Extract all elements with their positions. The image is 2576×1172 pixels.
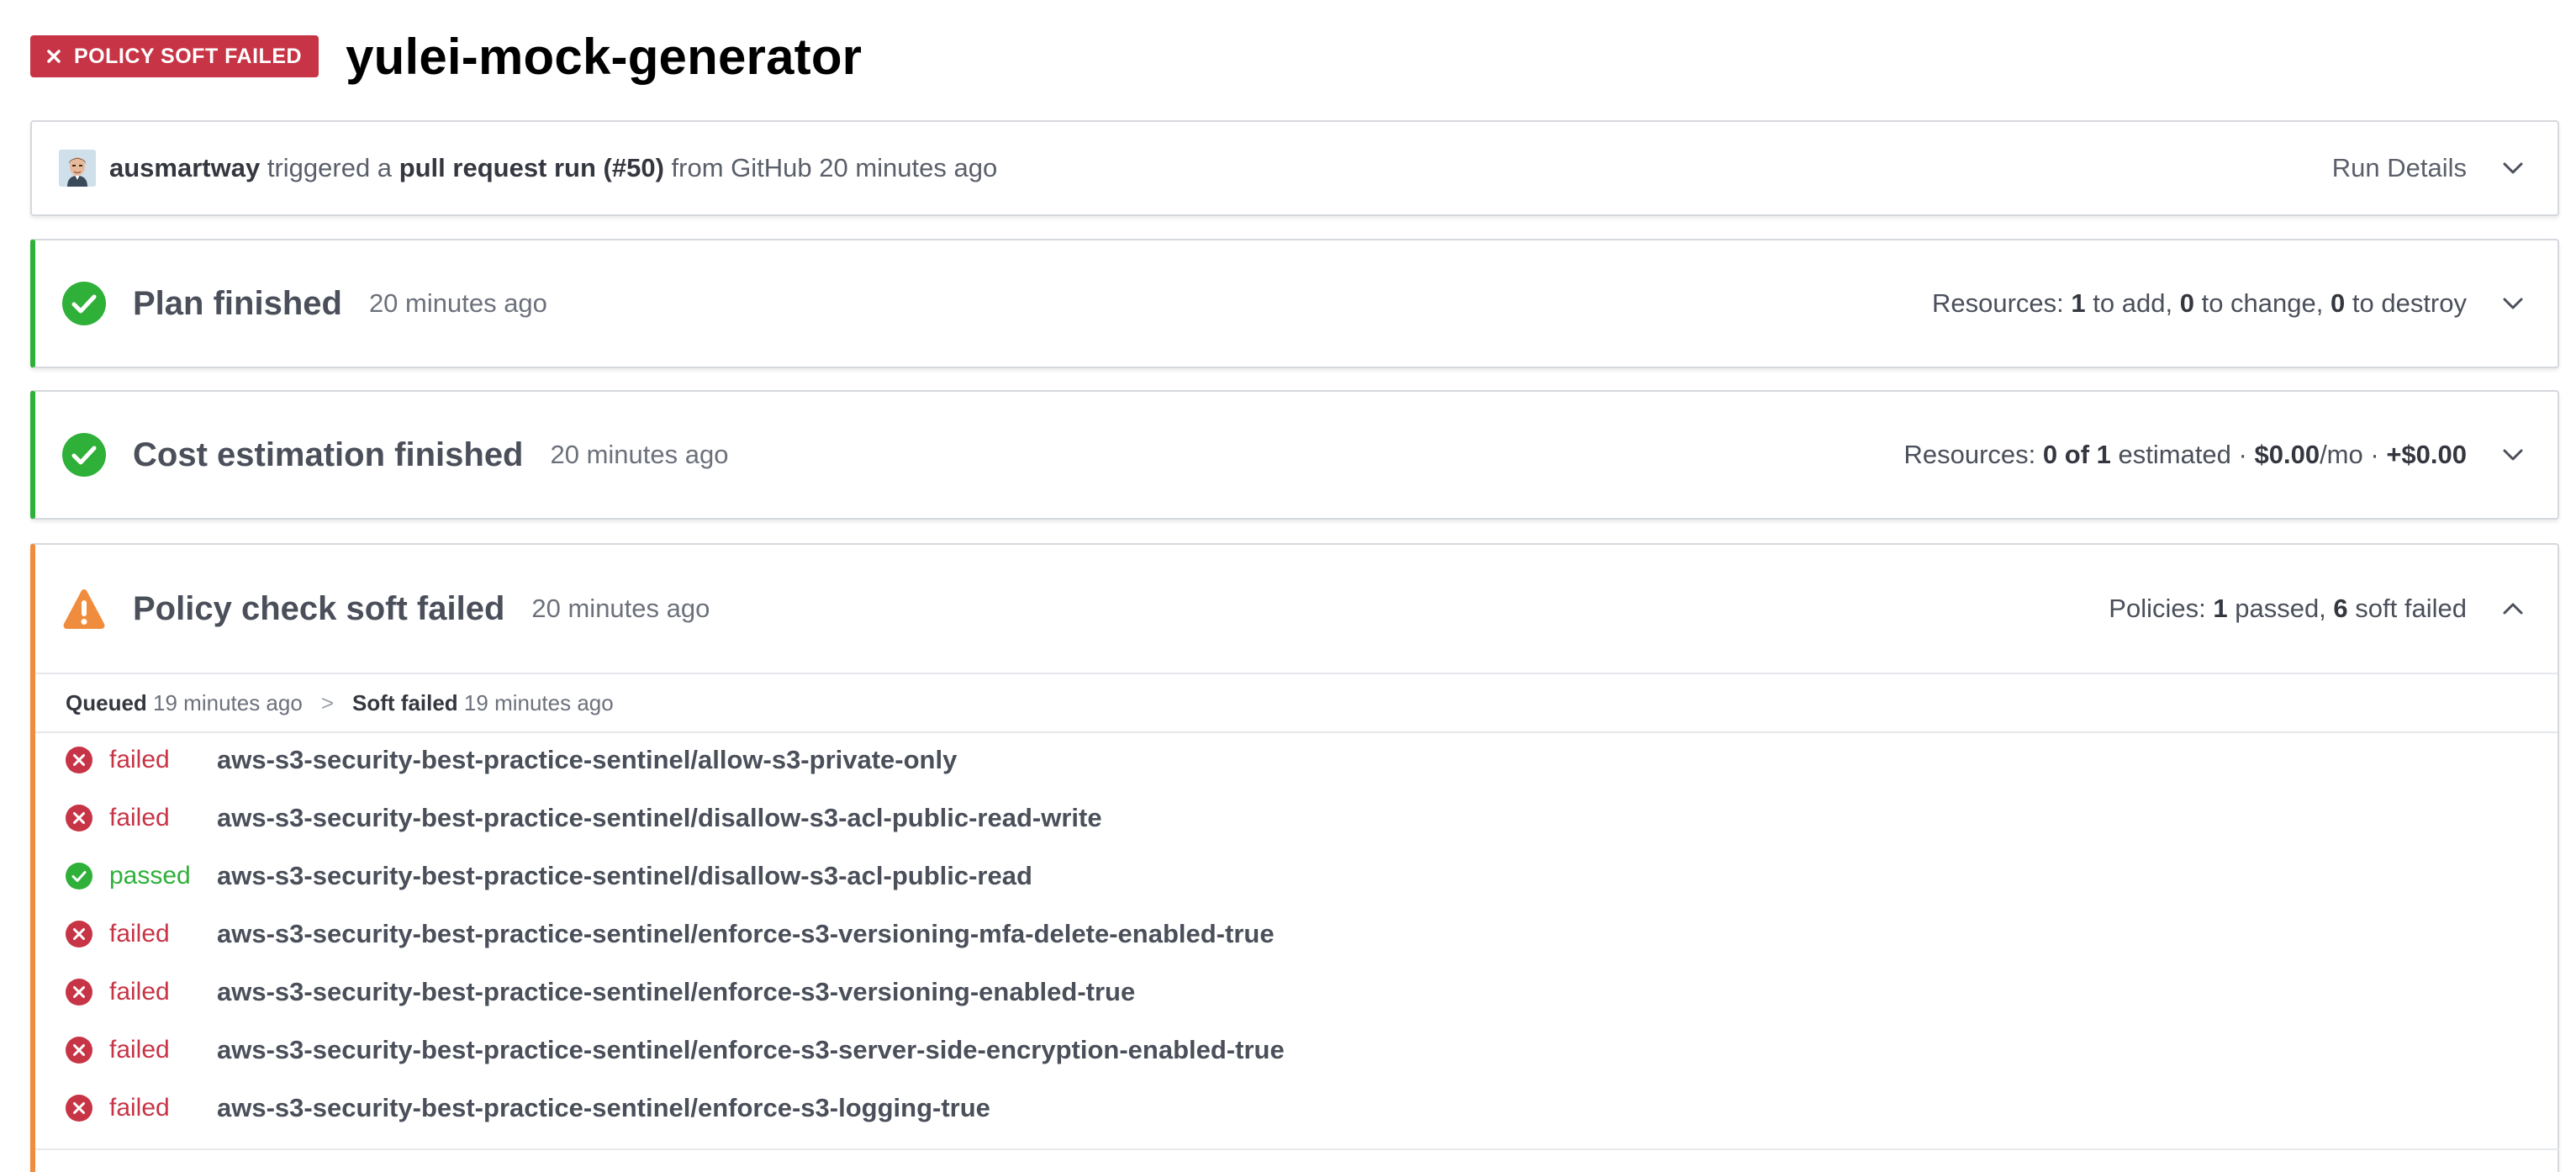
policy-check-row: failed aws-s3-security-best-practice-sen… xyxy=(35,963,1135,1021)
policy-check-header[interactable]: Policy check soft failed 20 minutes ago … xyxy=(35,545,2558,673)
policy-check-row: failed aws-s3-security-best-practice-sen… xyxy=(35,1080,990,1137)
plan-add-label: to add, xyxy=(2093,288,2173,318)
x-circle-icon xyxy=(66,1095,92,1122)
close-icon xyxy=(47,50,61,63)
run-triggered-text: triggered a xyxy=(267,153,393,182)
plan-title: Plan finished xyxy=(133,284,342,322)
x-circle-icon xyxy=(66,979,92,1006)
plan-card[interactable]: Plan finished 20 minutes ago Resources: … xyxy=(30,239,2559,368)
policy-check-name[interactable]: aws-s3-security-best-practice-sentinel/e… xyxy=(217,919,1275,949)
policy-check-name[interactable]: aws-s3-security-best-practice-sentinel/d… xyxy=(217,803,1102,833)
policy-check-row: failed aws-s3-security-best-practice-sen… xyxy=(35,789,1102,847)
run-user[interactable]: ausmartway xyxy=(109,153,260,182)
x-circle-icon xyxy=(66,921,92,948)
policy-passed-label: passed, xyxy=(2235,594,2326,623)
check-circle-icon xyxy=(66,863,92,890)
cost-resources: Resources: 0 of 1 estimated · $0.00/mo ·… xyxy=(1904,440,2468,470)
cost-monthly: $0.00 xyxy=(2254,440,2320,469)
policy-check-status: failed xyxy=(109,1036,170,1064)
policy-check-name[interactable]: aws-s3-security-best-practice-sentinel/a… xyxy=(217,745,957,775)
cost-estimation-card[interactable]: Cost estimation finished 20 minutes ago … xyxy=(30,390,2559,520)
run-details-label[interactable]: Run Details xyxy=(2332,153,2467,183)
plan-change-label: to change, xyxy=(2201,288,2324,318)
run-description: ausmartway triggered a pull request run … xyxy=(109,153,997,183)
chevron-down-icon[interactable] xyxy=(2502,448,2524,462)
run-source-text: from GitHub 20 minutes ago xyxy=(671,153,998,182)
run-summary-card[interactable]: ausmartway triggered a pull request run … xyxy=(30,120,2559,216)
page-header: POLICY SOFT FAILED yulei-mock-generator xyxy=(30,28,863,85)
policy-check-name[interactable]: aws-s3-security-best-practice-sentinel/d… xyxy=(217,861,1032,891)
avatar xyxy=(59,150,96,187)
policy-check-row: failed aws-s3-security-best-practice-sen… xyxy=(35,905,1275,963)
policy-check-status: failed xyxy=(109,746,170,773)
run-type[interactable]: pull request run (#50) xyxy=(399,153,664,182)
x-circle-icon xyxy=(66,747,92,773)
policy-summary: Policies: 1 passed, 6 soft failed xyxy=(2109,594,2467,624)
cost-title: Cost estimation finished xyxy=(133,436,524,473)
policy-soft-failed-label: soft failed xyxy=(2355,594,2467,623)
plan-change-count: 0 xyxy=(2179,288,2194,318)
page-title: yulei-mock-generator xyxy=(346,28,863,85)
policy-check-row: failed aws-s3-security-best-practice-sen… xyxy=(35,1022,1285,1079)
cost-time: 20 minutes ago xyxy=(550,440,729,469)
cost-estimated-count: 0 of 1 xyxy=(2042,440,2111,469)
policy-check-status: passed xyxy=(109,862,191,890)
timeline-queued-label: Queued xyxy=(66,689,147,715)
plan-destroy-count: 0 xyxy=(2331,288,2346,318)
warning-icon xyxy=(63,589,105,629)
policy-check-status: failed xyxy=(109,978,170,1006)
policy-check-card: Policy check soft failed 20 minutes ago … xyxy=(30,543,2559,1172)
list-divider xyxy=(35,1148,2559,1150)
chevron-down-icon[interactable] xyxy=(2502,161,2524,175)
policies-label: Policies: xyxy=(2109,594,2206,623)
check-circle-icon xyxy=(62,282,106,325)
plan-add-count: 1 xyxy=(2071,288,2086,318)
policy-timeline: Queued 19 minutes ago > Soft failed 19 m… xyxy=(35,673,2558,733)
policy-check-status: failed xyxy=(109,804,170,831)
policy-check-row: passed aws-s3-security-best-practice-sen… xyxy=(35,847,1032,905)
timeline-soft-failed-time: 19 minutes ago xyxy=(463,689,614,715)
policy-check-status: failed xyxy=(109,1094,170,1122)
policy-check-status: failed xyxy=(109,920,170,948)
cost-estimated-label: estimated · xyxy=(2118,440,2247,469)
policy-soft-failed-count: 6 xyxy=(2333,594,2348,623)
chevron-up-icon[interactable] xyxy=(2502,602,2524,615)
policy-status-badge: POLICY SOFT FAILED xyxy=(30,35,319,77)
resources-label: Resources: xyxy=(1931,288,2064,318)
policy-time: 20 minutes ago xyxy=(531,594,710,623)
timeline-soft-failed-label: Soft failed xyxy=(352,689,458,715)
x-circle-icon xyxy=(66,1037,92,1064)
policy-check-name[interactable]: aws-s3-security-best-practice-sentinel/e… xyxy=(217,1035,1285,1065)
timeline-queued-time: 19 minutes ago xyxy=(153,689,303,715)
cost-delta: +$0.00 xyxy=(2386,440,2467,469)
chevron-down-icon[interactable] xyxy=(2502,297,2524,310)
cost-monthly-suffix: /mo · xyxy=(2320,440,2379,469)
timeline-separator: > xyxy=(320,689,335,715)
run-page: POLICY SOFT FAILED yulei-mock-generator … xyxy=(0,0,2576,1172)
x-circle-icon xyxy=(66,805,92,831)
plan-time: 20 minutes ago xyxy=(368,288,547,318)
policy-check-name[interactable]: aws-s3-security-best-practice-sentinel/e… xyxy=(217,1093,990,1123)
badge-label: POLICY SOFT FAILED xyxy=(74,44,303,68)
check-circle-icon xyxy=(62,433,106,477)
plan-resources: Resources: 1 to add, 0 to change, 0 to d… xyxy=(1932,288,2467,319)
plan-destroy-label: to destroy xyxy=(2352,288,2467,318)
policy-check-name[interactable]: aws-s3-security-best-practice-sentinel/e… xyxy=(217,977,1135,1007)
resources-label: Resources: xyxy=(1903,440,2036,469)
policy-title: Policy check soft failed xyxy=(133,589,505,627)
policy-check-row: failed aws-s3-security-best-practice-sen… xyxy=(35,731,957,789)
policy-passed-count: 1 xyxy=(2213,594,2228,623)
